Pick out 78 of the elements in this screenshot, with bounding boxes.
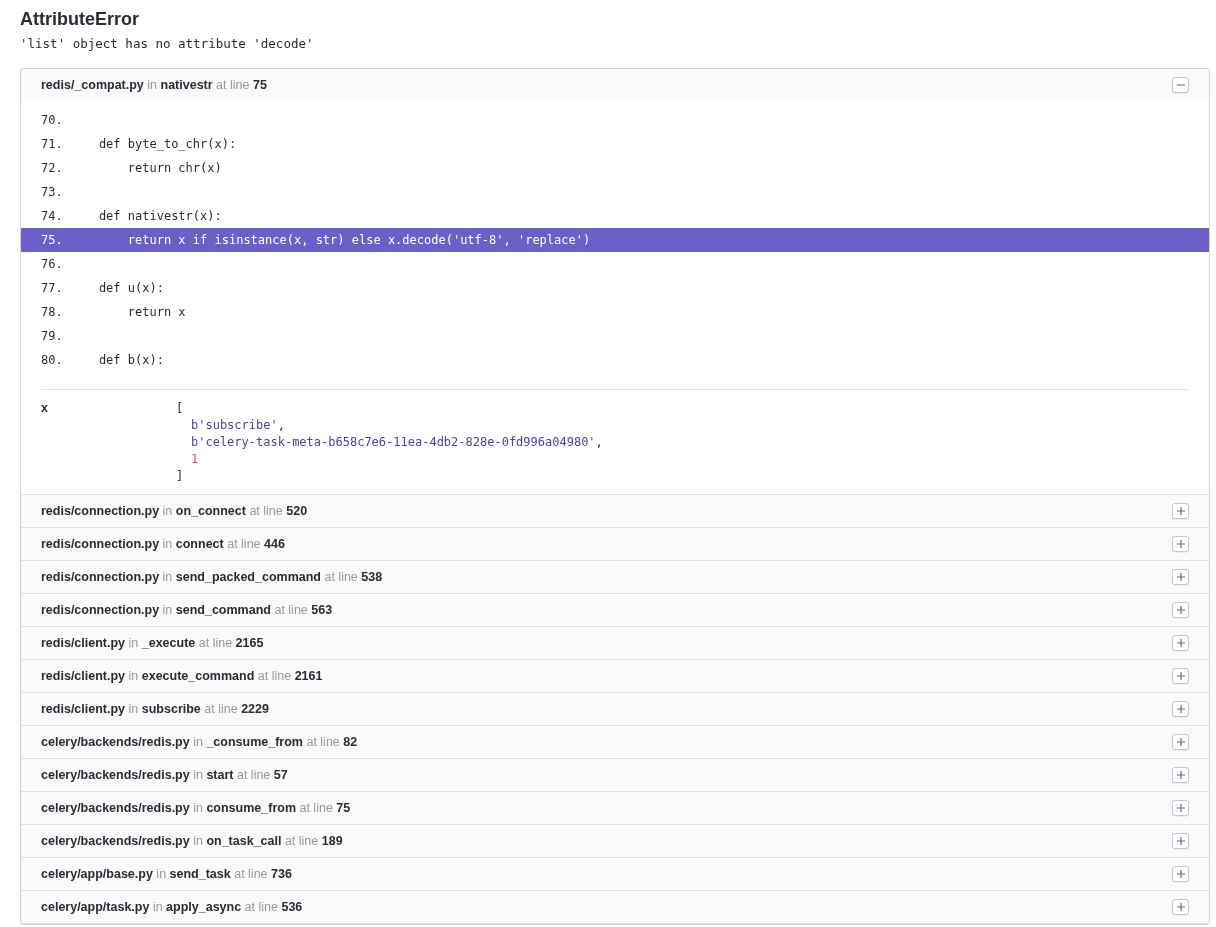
- code-text: return x if isinstance(x, str) else x.decode('utf-8', 'replace'): [126, 233, 591, 247]
- toggle-button[interactable]: [1172, 833, 1189, 849]
- frame-title: redis/_compat.py in nativestr at line 75: [41, 78, 267, 92]
- plus-icon: [1176, 540, 1185, 548]
- plus-icon: [1176, 804, 1185, 812]
- variable-value: [ b'subscribe', b'celery-task-meta-b658c7e6-11ea-4db2-828e-0fd996a04980', 1 ]: [176, 400, 603, 485]
- line-number: 74.: [41, 209, 64, 223]
- minus-icon: [1176, 81, 1185, 89]
- line-number: 75.: [41, 233, 64, 247]
- line-number: 76.: [41, 257, 64, 271]
- toggle-button[interactable]: [1172, 503, 1189, 519]
- frame-title: celery/app/task.py in apply_async at line 536: [41, 900, 303, 914]
- frame-header[interactable]: celery/backends/redis.py in start at line 57: [21, 759, 1209, 791]
- toggle-button[interactable]: [1172, 701, 1189, 717]
- toggle-button[interactable]: [1172, 767, 1189, 783]
- frame-header[interactable]: celery/backends/redis.py in on_task_call at line 189: [21, 825, 1209, 857]
- code-text: def nativestr(x):: [97, 209, 222, 223]
- plus-icon: [1176, 705, 1185, 713]
- variable-name: x: [41, 400, 49, 417]
- frame-title: redis/connection.py in send_packed_command at line 538: [41, 570, 383, 584]
- toggle-button[interactable]: [1172, 800, 1189, 816]
- frame-title: celery/backends/redis.py in start at line 57: [41, 768, 288, 782]
- plus-icon: [1176, 870, 1185, 878]
- error-title: AttributeError: [20, 8, 139, 30]
- code-text: return chr(x): [126, 161, 222, 175]
- frame-title: celery/backends/redis.py in on_task_call at line 189: [41, 834, 343, 848]
- toggle-button[interactable]: [1172, 668, 1189, 684]
- toggle-button[interactable]: [1172, 77, 1189, 93]
- line-number: 77.: [41, 281, 64, 295]
- frame-header[interactable]: redis/connection.py in send_packed_command at line 538: [21, 561, 1209, 593]
- plus-icon: [1176, 672, 1185, 680]
- toggle-button[interactable]: [1172, 635, 1189, 651]
- frame-title: redis/connection.py in connect at line 446: [41, 537, 285, 551]
- frame-title: redis/connection.py in on_connect at line 520: [41, 504, 308, 518]
- line-number: 73.: [41, 185, 64, 199]
- frame-header[interactable]: redis/connection.py in connect at line 446: [21, 528, 1209, 560]
- plus-icon: [1176, 738, 1185, 746]
- line-number: 80.: [41, 353, 64, 367]
- frame-title: redis/connection.py in send_command at line 563: [41, 603, 333, 617]
- frame-title: celery/backends/redis.py in consume_from at line 75: [41, 801, 351, 815]
- toggle-button[interactable]: [1172, 734, 1189, 750]
- line-number: 70.: [41, 113, 64, 127]
- frame-header[interactable]: celery/app/task.py in apply_async at line 536: [21, 891, 1209, 923]
- frame-header[interactable]: redis/connection.py in send_command at line 563: [21, 594, 1209, 626]
- frame-title: celery/app/base.py in send_task at line 736: [41, 867, 292, 881]
- plus-icon: [1176, 639, 1185, 647]
- toggle-button[interactable]: [1172, 899, 1189, 915]
- line-number: 71.: [41, 137, 64, 151]
- line-number: 78.: [41, 305, 64, 319]
- plus-icon: [1176, 606, 1185, 614]
- plus-icon: [1176, 573, 1185, 581]
- toggle-button[interactable]: [1172, 866, 1189, 882]
- frame-header[interactable]: celery/backends/redis.py in _consume_from at line 82: [21, 726, 1209, 758]
- frame-title: redis/client.py in subscribe at line 2229: [41, 702, 269, 716]
- code-text: def b(x):: [97, 353, 164, 367]
- code-text: def byte_to_chr(x):: [97, 137, 237, 151]
- plus-icon: [1176, 771, 1185, 779]
- plus-icon: [1176, 837, 1185, 845]
- frame-header[interactable]: redis/client.py in subscribe at line 2229: [21, 693, 1209, 725]
- code-text: def u(x):: [97, 281, 164, 295]
- line-number: 72.: [41, 161, 64, 175]
- frame-header[interactable]: celery/backends/redis.py in consume_from at line 75: [21, 792, 1209, 824]
- toggle-button[interactable]: [1172, 536, 1189, 552]
- error-message: 'list' object has no attribute 'decode': [20, 35, 314, 53]
- plus-icon: [1176, 507, 1185, 515]
- frame-header[interactable]: redis/_compat.py in nativestr at line 75: [21, 69, 1209, 101]
- frame-title: redis/client.py in execute_command at line 2161: [41, 669, 323, 683]
- frame-title: celery/backends/redis.py in _consume_from at line 82: [41, 735, 358, 749]
- frame-header[interactable]: redis/connection.py in on_connect at line 520: [21, 495, 1209, 527]
- code-text: return x: [126, 305, 186, 319]
- frame-title: redis/client.py in _execute at line 2165: [41, 636, 264, 650]
- frame-header[interactable]: redis/client.py in execute_command at line 2161: [21, 660, 1209, 692]
- frame-header[interactable]: celery/app/base.py in send_task at line 736: [21, 858, 1209, 890]
- frame-header[interactable]: redis/client.py in _execute at line 2165: [21, 627, 1209, 659]
- toggle-button[interactable]: [1172, 569, 1189, 585]
- line-number: 79.: [41, 329, 64, 343]
- toggle-button[interactable]: [1172, 602, 1189, 618]
- plus-icon: [1176, 903, 1185, 911]
